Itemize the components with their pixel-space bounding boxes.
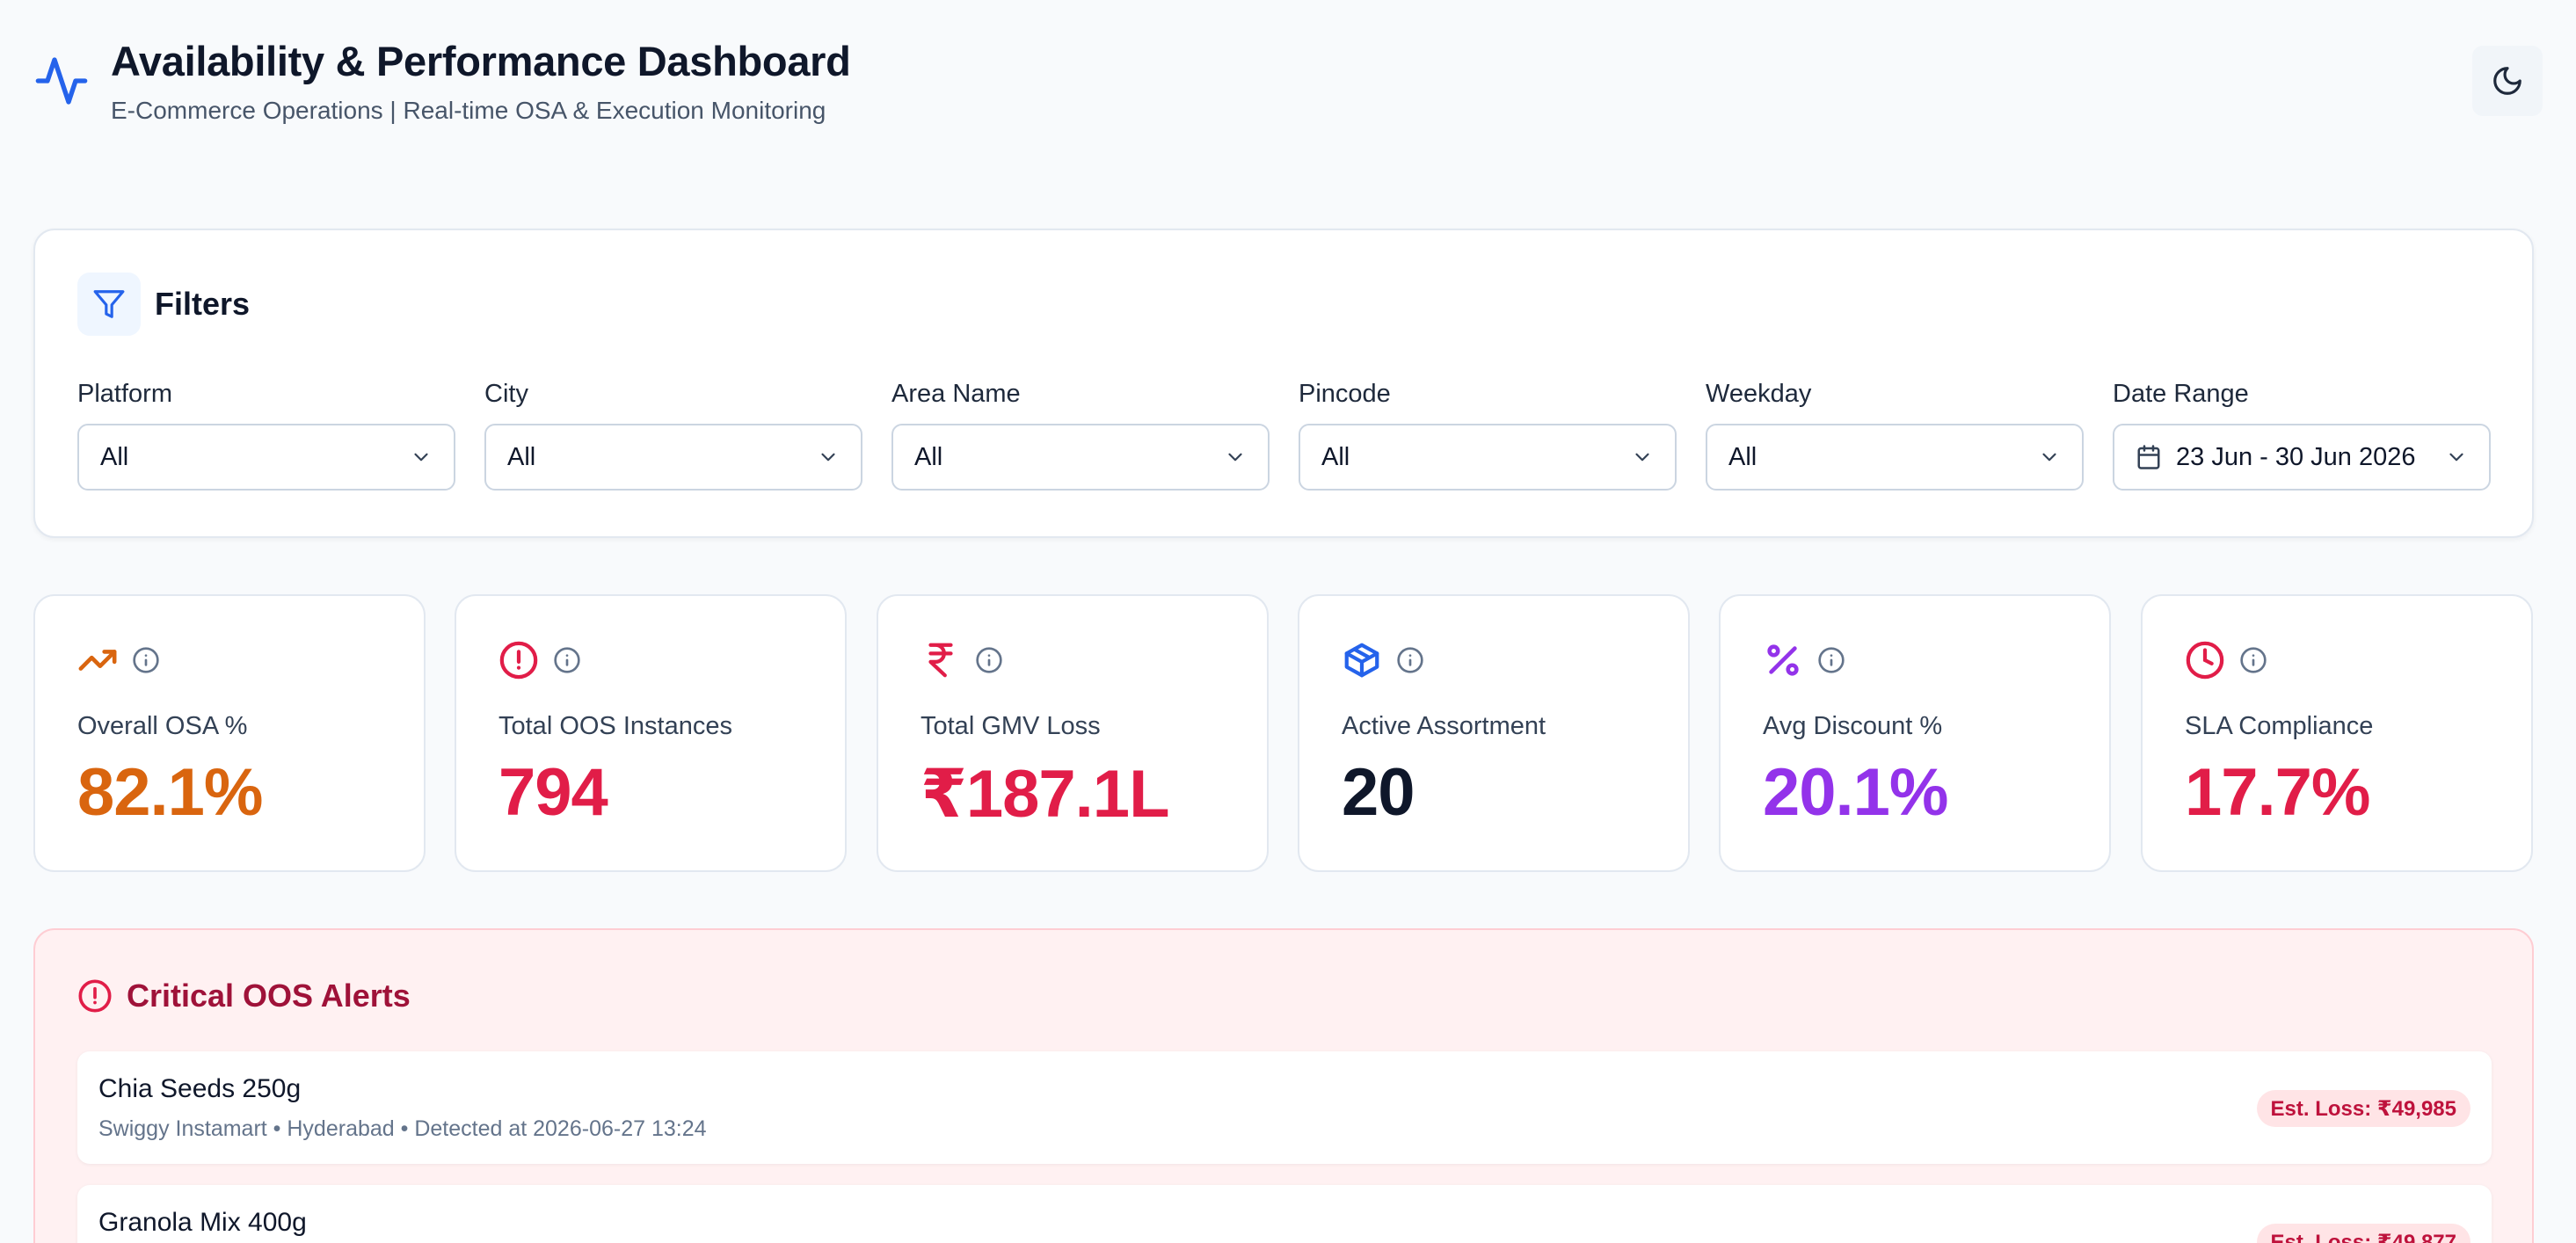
alert-item[interactable]: Granola Mix 400g Est. Loss: ₹49,877 [77,1185,2492,1243]
alert-circle-icon [498,640,539,680]
weekday-select[interactable]: All [1706,424,2084,491]
kpi-card-overall-osa: Overall OSA % 82.1% [33,594,426,872]
chevron-down-icon [1224,446,1247,469]
select-value: 23 Jun - 30 Jun 2026 [2176,442,2416,471]
alerts-header: Critical OOS Alerts [77,978,411,1014]
calendar-icon [2136,444,2162,470]
kpi-label: Total GMV Loss [921,712,1101,740]
filter-label: Pincode [1299,380,1391,408]
rupee-icon [921,640,961,680]
chevron-down-icon [410,446,433,469]
kpi-value: 17.7% [2185,755,2370,830]
kpi-card-avg-discount: Avg Discount % 20.1% [1719,594,2111,872]
filter-platform: Platform All [77,380,455,491]
alert-meta: Swiggy Instamart • Hyderabad • Detected … [98,1116,707,1141]
filter-label: Date Range [2113,380,2249,408]
alert-circle-icon [77,978,113,1014]
kpi-card-active-assortment: Active Assortment 20 [1298,594,1690,872]
page-title: Availability & Performance Dashboard [111,38,851,84]
alert-product-name: Granola Mix 400g [98,1208,307,1237]
trending-up-icon [77,640,118,680]
select-value: All [1728,442,1757,471]
est-loss-badge: Est. Loss: ₹49,985 [2256,1090,2470,1127]
kpi-value: ₹187.1L [921,757,1169,832]
filter-weekday: Weekday All [1706,380,2084,491]
page-header: Availability & Performance Dashboard E-C… [33,33,2543,130]
alert-product-name: Chia Seeds 250g [98,1074,302,1103]
kpi-value: 20.1% [1763,755,1948,830]
filter-city: City All [484,380,862,491]
kpi-label: Active Assortment [1342,712,1546,740]
filter-label: Platform [77,380,172,408]
filters-title: Filters [155,286,251,322]
theme-toggle-button[interactable] [2472,46,2543,116]
info-icon[interactable] [2239,646,2267,674]
chevron-down-icon [2038,446,2061,469]
alerts-title: Critical OOS Alerts [127,978,411,1014]
city-select[interactable]: All [484,424,862,491]
filter-area-name: Area Name All [891,380,1270,491]
chevron-down-icon [817,446,840,469]
kpi-label: SLA Compliance [2185,712,2374,740]
select-value: All [914,442,943,471]
select-value: All [100,442,129,471]
kpi-card-oos-instances: Total OOS Instances 794 [455,594,847,872]
kpi-card-gmv-loss: Total GMV Loss ₹187.1L [877,594,1269,872]
kpi-label: Avg Discount % [1763,712,1943,740]
info-icon[interactable] [1817,646,1845,674]
filters-panel: Filters Platform All City All Area Name … [33,229,2534,538]
funnel-icon [77,273,141,336]
filter-label: Weekday [1706,380,1812,408]
filter-label: City [484,380,528,408]
info-icon[interactable] [132,646,160,674]
kpi-value: 82.1% [77,755,263,830]
info-icon[interactable] [1396,646,1424,674]
kpi-card-sla-compliance: SLA Compliance 17.7% [2141,594,2533,872]
info-icon[interactable] [975,646,1003,674]
filter-label: Area Name [891,380,1021,408]
kpi-label: Overall OSA % [77,712,248,740]
info-icon[interactable] [553,646,581,674]
select-value: All [1321,442,1350,471]
kpi-label: Total OOS Instances [498,712,732,740]
package-icon [1342,640,1382,680]
clock-icon [2185,640,2225,680]
kpi-value: 794 [498,755,608,830]
moon-icon [2491,64,2524,98]
alert-item[interactable]: Chia Seeds 250g Swiggy Instamart • Hyder… [77,1051,2492,1164]
chevron-down-icon [2445,446,2468,469]
date-range-picker[interactable]: 23 Jun - 30 Jun 2026 [2113,424,2491,491]
critical-alerts-panel: Critical OOS Alerts Chia Seeds 250g Swig… [33,928,2534,1243]
est-loss-badge: Est. Loss: ₹49,877 [2256,1224,2470,1243]
select-value: All [507,442,536,471]
page-subtitle: E-Commerce Operations | Real-time OSA & … [111,97,826,124]
filter-date-range: Date Range 23 Jun - 30 Jun 2026 [2113,380,2491,491]
platform-select[interactable]: All [77,424,455,491]
activity-icon [33,53,90,109]
filter-pincode: Pincode All [1299,380,1677,491]
percent-icon [1763,640,1803,680]
filters-header: Filters [77,273,250,336]
kpi-value: 20 [1342,755,1415,830]
chevron-down-icon [1631,446,1654,469]
area-name-select[interactable]: All [891,424,1270,491]
pincode-select[interactable]: All [1299,424,1677,491]
